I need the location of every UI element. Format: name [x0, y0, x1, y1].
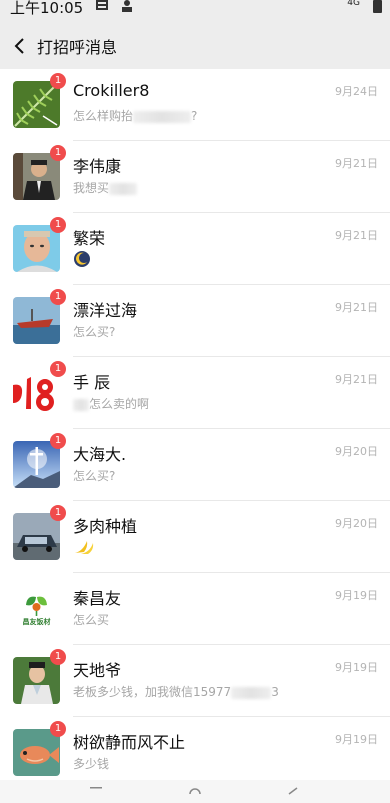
- list-item[interactable]: 1 天地爷 老板多少钱，加我微信15977 3 9月19日: [0, 645, 390, 717]
- back-nav-icon[interactable]: [285, 784, 301, 800]
- cross-sky-avatar-icon: [13, 441, 60, 488]
- message-date: 9月20日: [335, 517, 378, 530]
- menu-nav-icon[interactable]: [88, 784, 104, 800]
- contact-name: 多肉种植: [73, 517, 138, 536]
- message-date: 9月19日: [335, 589, 378, 602]
- list-item[interactable]: 1 漂洋过海 怎么买? 9月21日: [0, 285, 390, 357]
- home-nav-icon[interactable]: [187, 784, 203, 800]
- message-date: 9月24日: [335, 85, 378, 98]
- message-preview: 怎么买?: [73, 469, 116, 483]
- message-date: 9月19日: [335, 661, 378, 674]
- unread-badge: 1: [50, 721, 66, 737]
- man-in-suit-avatar-icon: [13, 153, 60, 200]
- avatar: [13, 657, 60, 704]
- unread-badge: 1: [50, 73, 66, 89]
- back-arrow-icon[interactable]: [10, 36, 30, 56]
- battery-icon: [373, 0, 382, 13]
- contact-name: 秦昌友: [73, 589, 122, 608]
- message-preview: 怎么样购抬?: [73, 109, 198, 123]
- message-date: 9月20日: [335, 445, 378, 458]
- message-date: 9月19日: [335, 733, 378, 746]
- unread-badge: 1: [50, 145, 66, 161]
- network-indicator: 4G: [347, 0, 360, 8]
- list-item[interactable]: 1 Crokiller8 怎么样购抬? 9月24日: [0, 69, 390, 141]
- avatar: 昌友饭材: [13, 585, 60, 632]
- notification-icon: [96, 0, 108, 10]
- man-portrait-avatar-icon: [13, 225, 60, 272]
- banana-emoji-icon: [75, 541, 94, 554]
- message-preview: 怎么买?: [73, 325, 116, 339]
- message-preview: 多少钱: [73, 757, 110, 771]
- message-preview: 怎么买: [73, 613, 110, 627]
- list-item[interactable]: 1 李伟康 我想买 9月21日: [0, 141, 390, 213]
- message-date: 9月21日: [335, 373, 378, 386]
- costume-man-avatar-icon: [13, 657, 60, 704]
- boat-avatar-icon: [13, 297, 60, 344]
- person-status-icon: [122, 0, 132, 12]
- avatar: [13, 729, 60, 776]
- avatar: [13, 369, 60, 416]
- avatar: [13, 513, 60, 560]
- contact-name: Crokiller8: [73, 81, 150, 100]
- list-item[interactable]: 1 树欲静而风不止 多少钱 9月19日: [0, 717, 390, 789]
- red-number-avatar-icon: [13, 369, 60, 416]
- message-preview: 老板多少钱，加我微信15977 3: [73, 685, 279, 699]
- status-bar: 上午10:05 4G: [0, 0, 390, 26]
- greeting-message-list: 1 Crokiller8 怎么样购抬? 9月24日 1 李伟康 我想买 9月21…: [0, 69, 390, 780]
- message-date: 9月21日: [335, 229, 378, 242]
- unread-badge: 1: [50, 649, 66, 665]
- unread-badge: 1: [50, 289, 66, 305]
- unread-badge: 1: [50, 433, 66, 449]
- contact-name: 繁荣: [73, 229, 106, 248]
- contact-name: 李伟康: [73, 157, 122, 176]
- list-item[interactable]: 1 手 辰 怎么卖的啊 9月21日: [0, 357, 390, 429]
- contact-name: 大海大.: [73, 445, 127, 464]
- list-item[interactable]: 1 多肉种植 9月20日: [0, 501, 390, 573]
- message-preview: 我想买: [73, 179, 138, 196]
- list-item[interactable]: 1 大海大. 怎么买? 9月20日: [0, 429, 390, 501]
- status-time: 上午10:05: [10, 0, 84, 17]
- avatar: [13, 297, 60, 344]
- logo-text: 昌友饭材: [22, 618, 51, 626]
- contact-name: 天地爷: [73, 661, 122, 680]
- car-avatar-icon: [13, 513, 60, 560]
- unread-badge: 1: [50, 505, 66, 521]
- system-nav-bar: [0, 780, 390, 803]
- avatar: [13, 153, 60, 200]
- list-item[interactable]: 1 繁荣 9月21日: [0, 213, 390, 285]
- message-date: 9月21日: [335, 301, 378, 314]
- unread-badge: 1: [50, 361, 66, 377]
- unread-badge: 1: [50, 217, 66, 233]
- header-bar: 打招呼消息: [0, 26, 390, 68]
- contact-name: 手 辰: [73, 373, 111, 392]
- contact-name: 树欲静而风不止: [73, 733, 186, 752]
- moon-emoji-icon: [74, 251, 90, 267]
- message-preview: 怎么卖的啊: [73, 395, 149, 412]
- avatar: [13, 225, 60, 272]
- page-title: 打招呼消息: [37, 38, 118, 57]
- message-date: 9月21日: [335, 157, 378, 170]
- fish-avatar-icon: [13, 729, 60, 776]
- contact-name: 漂洋过海: [73, 301, 138, 320]
- list-item[interactable]: 昌友饭材 秦昌友 怎么买 9月19日: [0, 573, 390, 645]
- avatar: [13, 81, 60, 128]
- avatar: [13, 441, 60, 488]
- fern-avatar-icon: [13, 81, 60, 128]
